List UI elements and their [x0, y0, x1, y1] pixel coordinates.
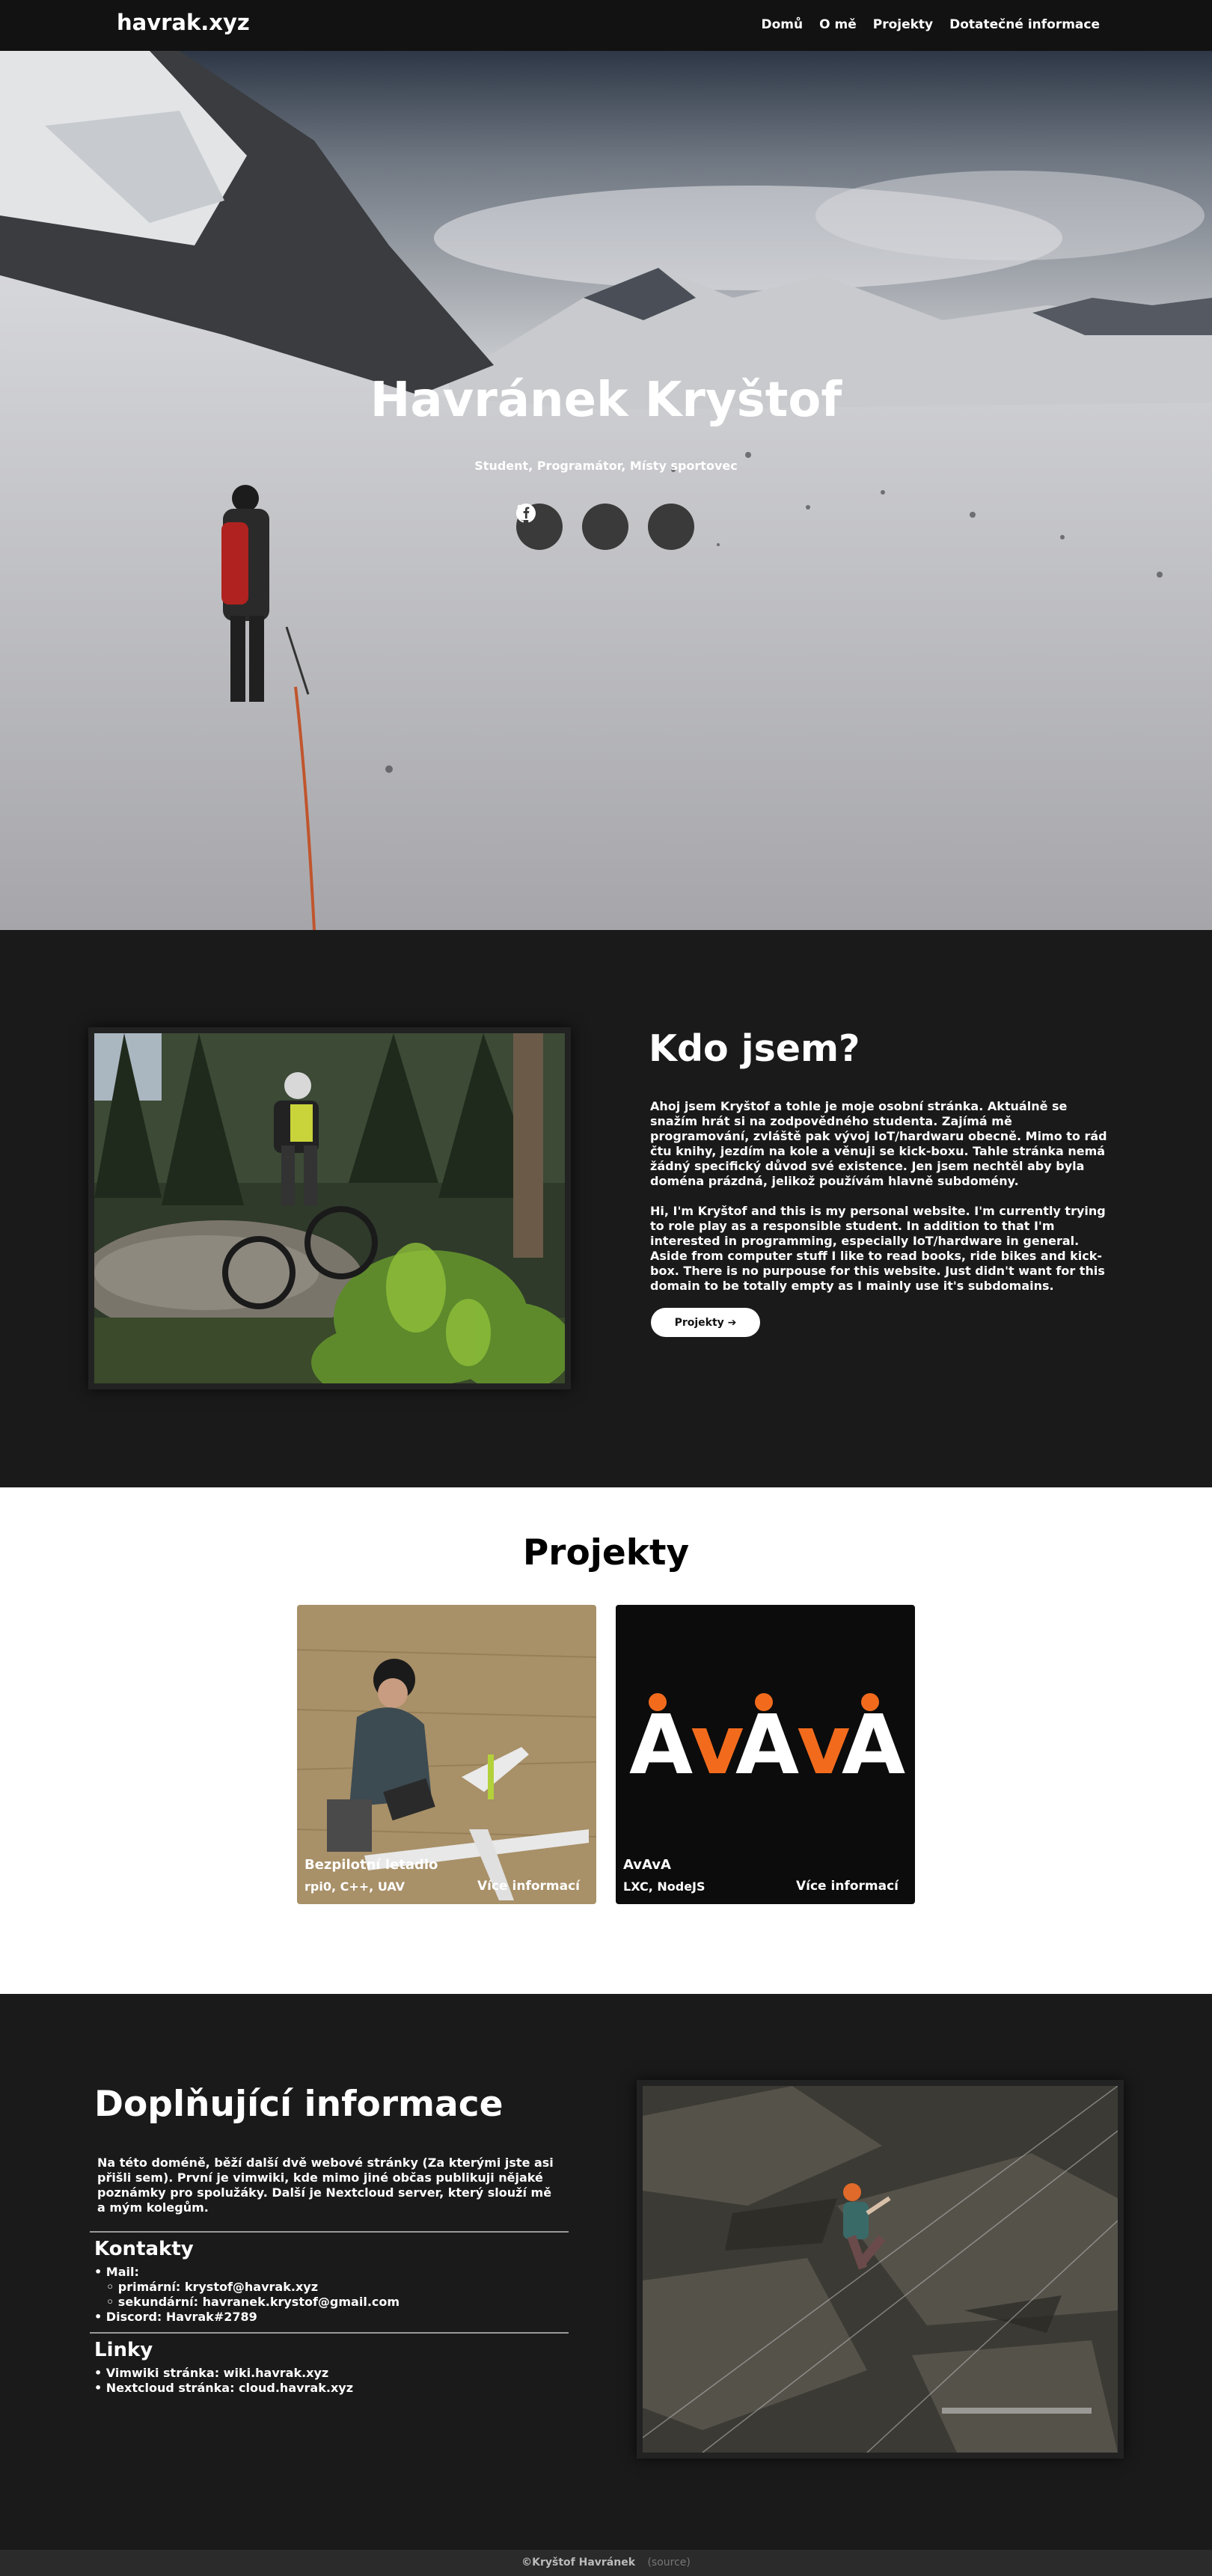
info-paragraph: Na této doméně, běží další dvě webové st…	[97, 2156, 554, 2215]
projects-button[interactable]: Projekty ➔	[651, 1308, 760, 1337]
svg-text:A: A	[842, 1697, 905, 1793]
contact-mail-primary[interactable]: ◦ primární: krystof@havrak.xyz	[106, 2280, 318, 2294]
nav-link-info[interactable]: Dotatečné informace	[949, 17, 1100, 32]
nav-link-home[interactable]: Domů	[762, 17, 804, 32]
svg-text:A: A	[629, 1697, 693, 1793]
contact-mail-label: • Mail:	[94, 2265, 139, 2279]
biker-photo	[88, 1027, 571, 1389]
project-card-avava[interactable]: A v A v A AvAvA LXC, NodeJS Více informa…	[616, 1605, 915, 1904]
instagram-icon[interactable]	[518, 504, 628, 550]
hero-title: Havránek Kryštof	[370, 373, 842, 428]
facebook-icon[interactable]	[517, 504, 694, 550]
links-heading: Linky	[94, 2339, 153, 2361]
footer: ©Kryštof Havránek (source)	[0, 2550, 1212, 2576]
hero-subtitle: Student, Programátor, Místy sportovec	[474, 459, 738, 473]
link-vimwiki[interactable]: • Vimwiki stránka: wiki.havrak.xyz	[94, 2366, 328, 2380]
footer-copyright: ©Kryštof Havránek	[521, 2557, 636, 2569]
hero-section: Havránek Kryštof Student, Programátor, M…	[0, 51, 1212, 930]
card-title: AvAvA	[623, 1857, 671, 1873]
svg-text:A: A	[735, 1697, 799, 1793]
nav-link-projects[interactable]: Projekty	[873, 17, 933, 32]
projects-heading: Projekty	[522, 1532, 690, 1573]
info-section: Doplňující informace Na této doméně, běž…	[0, 1994, 1212, 2550]
nav-links: Domů O mě Projekty Dotatečné informace	[762, 17, 1101, 32]
nav-link-about[interactable]: O mě	[819, 17, 857, 32]
about-paragraph-cz: Ahoj jsem Kryštof a tohle je moje osobní…	[650, 1099, 1107, 1188]
card-more-link[interactable]: Více informací	[477, 1879, 580, 1894]
projects-section: Projekty Bezpilotní letadlo rpi0, C++, U…	[0, 1487, 1212, 1994]
card-stack: LXC, NodeJS	[623, 1879, 706, 1894]
info-heading: Doplňující informace	[94, 2084, 504, 2125]
footer-source-link[interactable]: (source)	[647, 2557, 690, 2569]
hero-background-image	[0, 51, 1212, 930]
about-paragraph-en: Hi, I'm Kryštof and this is my personal …	[650, 1204, 1106, 1293]
social-links	[516, 504, 694, 550]
card-more-link[interactable]: Více informací	[796, 1879, 899, 1894]
about-section: Kdo jsem? Ahoj jsem Kryštof a tohle je m…	[0, 930, 1212, 1487]
contacts-heading: Kontakty	[94, 2238, 194, 2260]
contact-discord: • Discord: Havrak#2789	[94, 2310, 257, 2324]
divider	[90, 2332, 569, 2334]
card-stack: rpi0, C++, UAV	[304, 1879, 405, 1894]
card-title: Bezpilotní letadlo	[304, 1857, 438, 1873]
contact-mail-secondary[interactable]: ◦ sekundární: havranek.krystof@gmail.com	[106, 2295, 400, 2309]
about-heading: Kdo jsem?	[649, 1027, 860, 1070]
top-navbar: havrak.xyz Domů O mě Projekty Dotatečné …	[0, 0, 1212, 51]
brand-logo[interactable]: havrak.xyz	[117, 10, 250, 35]
link-nextcloud[interactable]: • Nextcloud stránka: cloud.havrak.xyz	[94, 2381, 353, 2395]
climber-photo	[637, 2080, 1124, 2459]
project-card-uav[interactable]: Bezpilotní letadlo rpi0, C++, UAV Více i…	[297, 1605, 596, 1904]
divider	[90, 2231, 569, 2233]
